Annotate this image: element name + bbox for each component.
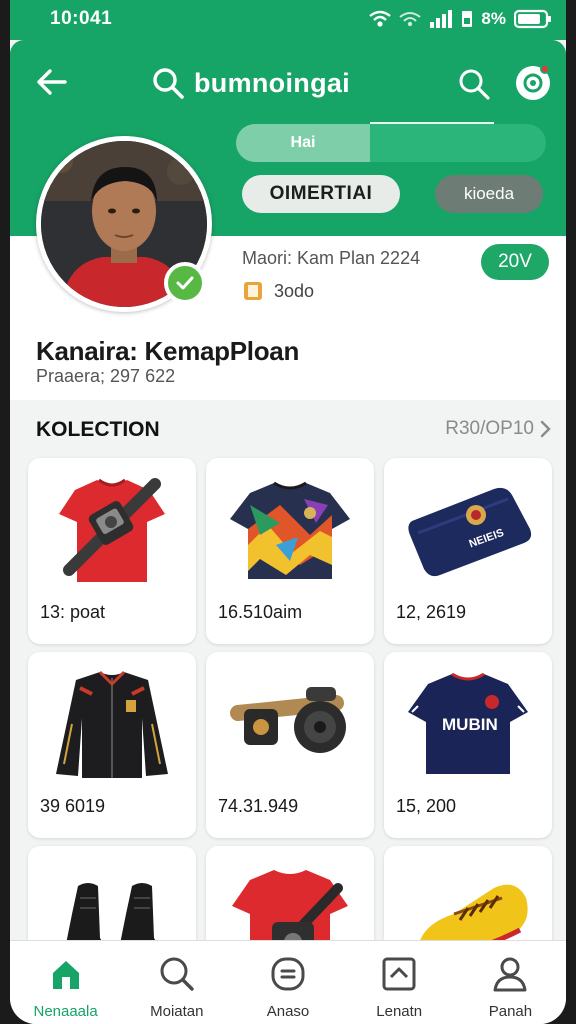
search-button[interactable] bbox=[454, 64, 494, 104]
product-card[interactable]: 13: poat bbox=[28, 458, 196, 644]
secondary-action-button[interactable]: kioeda bbox=[435, 175, 543, 213]
gear-icon bbox=[523, 73, 543, 93]
collection-title: KOLECTION bbox=[36, 418, 160, 441]
jersey-print: MUBIN bbox=[442, 715, 498, 734]
nav-item-home[interactable]: Nenaaala bbox=[10, 941, 121, 1024]
sim-icon bbox=[461, 10, 473, 28]
card-icon bbox=[244, 282, 262, 300]
up-box-icon bbox=[381, 955, 417, 993]
chevron-right-icon bbox=[540, 420, 551, 438]
bottom-navigation: Nenaaala Moiatan Anaso Lenatn Panah bbox=[10, 940, 566, 1024]
chat-icon bbox=[270, 955, 306, 993]
primary-action-button[interactable]: OIMERTIAI bbox=[242, 175, 400, 213]
product-price: 74.31.949 bbox=[218, 796, 299, 816]
profile-subtitle: Praaera; 297 622 bbox=[36, 366, 176, 386]
product-card[interactable]: 39 6019 bbox=[28, 652, 196, 838]
navy-wallet-icon: NEIEIS bbox=[384, 464, 552, 596]
product-price: 16.510aim bbox=[218, 602, 303, 622]
camera-strap-icon bbox=[206, 658, 374, 790]
settings-button[interactable] bbox=[516, 64, 550, 100]
product-card[interactable]: 16.510aim bbox=[206, 458, 374, 644]
member-since: Maori: Kam Plan 2224 bbox=[242, 248, 421, 268]
battery-icon bbox=[514, 9, 552, 29]
status-bar: 10:041 8% bbox=[10, 0, 566, 40]
collection-link-label: R30/OP10 bbox=[445, 418, 534, 439]
search-icon bbox=[459, 69, 490, 100]
status-time: 10:041 bbox=[50, 8, 113, 29]
collection-header: KOLECTION R30/OP10 bbox=[10, 400, 566, 458]
battery-percent: 8% bbox=[481, 9, 506, 28]
nav-label: Panah bbox=[488, 1003, 533, 1020]
signal-icon bbox=[429, 10, 453, 28]
phone-screen: 10:041 8% bumnoingai Hai OIMERTIAI kioed… bbox=[10, 0, 566, 1024]
nav-item-profile[interactable]: Panah bbox=[455, 941, 566, 1024]
profile-meta-value: 3odo bbox=[274, 280, 315, 301]
segment-tab-active[interactable]: Hai bbox=[236, 124, 370, 162]
profile-icon bbox=[492, 955, 528, 993]
search-title-text: bumnoingai bbox=[194, 67, 350, 98]
back-arrow-icon bbox=[37, 69, 67, 95]
multicolor-jersey-icon bbox=[206, 464, 374, 596]
nav-label: Nenaaala bbox=[33, 1003, 98, 1020]
profile-meta-row: 3odo bbox=[242, 280, 314, 302]
data-wifi-icon bbox=[399, 10, 422, 28]
home-icon bbox=[49, 955, 83, 993]
notification-dot bbox=[540, 64, 550, 74]
black-jacket-icon bbox=[28, 658, 196, 790]
wifi-icon bbox=[369, 10, 392, 28]
checkmark-icon bbox=[176, 276, 194, 290]
product-price: 12, 2619 bbox=[396, 602, 467, 622]
nav-item-search[interactable]: Moiatan bbox=[121, 941, 232, 1024]
profile-section: Maori: Kam Plan 2224 3odo 20V Kanaira: K… bbox=[10, 136, 566, 400]
red-shirt-with-camera-icon bbox=[28, 464, 196, 596]
nav-label: Lenatn bbox=[376, 1003, 423, 1020]
product-card[interactable]: MUBIN 15, 200 bbox=[384, 652, 552, 838]
back-button[interactable] bbox=[32, 62, 72, 102]
product-price: 13: poat bbox=[40, 602, 106, 622]
status-icons: 8% bbox=[369, 8, 552, 30]
product-card[interactable]: NEIEIS 12, 2619 bbox=[384, 458, 552, 644]
navy-jersey-icon: MUBIN bbox=[384, 658, 552, 790]
points-badge[interactable]: 20V bbox=[481, 244, 549, 280]
nav-item-chat[interactable]: Anaso bbox=[232, 941, 343, 1024]
product-price: 39 6019 bbox=[40, 796, 106, 816]
search-title[interactable]: bumnoingai bbox=[152, 66, 350, 100]
nav-label: Anaso bbox=[266, 1003, 310, 1020]
segment-control: Hai bbox=[236, 124, 546, 162]
nav-item-upload[interactable]: Lenatn bbox=[344, 941, 455, 1024]
product-price: 15, 200 bbox=[396, 796, 457, 816]
verified-badge bbox=[164, 262, 206, 304]
search-icon bbox=[153, 68, 184, 99]
search-icon bbox=[159, 955, 195, 993]
segment-tab-inactive[interactable] bbox=[370, 124, 546, 162]
collection-see-all-link[interactable]: R30/OP10 bbox=[445, 418, 552, 440]
profile-name: Kanaira: KemapPloan bbox=[36, 336, 300, 366]
product-card[interactable]: 74.31.949 bbox=[206, 652, 374, 838]
nav-label: Moiatan bbox=[150, 1003, 204, 1020]
